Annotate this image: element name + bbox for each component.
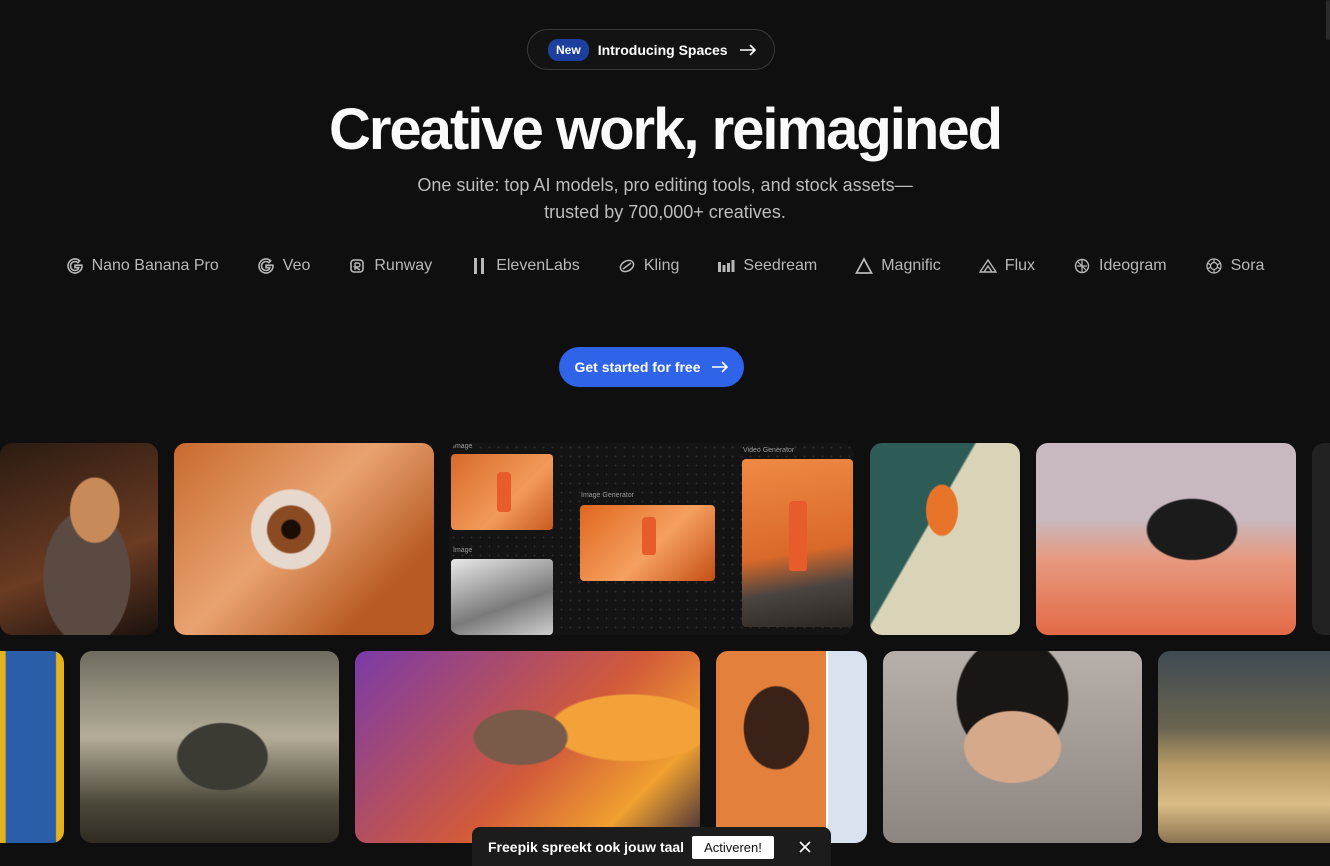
seedream-icon bbox=[718, 260, 735, 272]
google-icon bbox=[66, 258, 83, 274]
language-banner-text: Freepik spreekt ook jouw taal bbox=[488, 839, 685, 855]
openai-icon bbox=[1205, 258, 1222, 274]
gallery-image-dinosaur[interactable] bbox=[80, 651, 339, 843]
page-title: Creative work, reimagined bbox=[328, 97, 1003, 162]
scrollbar[interactable] bbox=[1326, 0, 1330, 40]
node-video-generator-output bbox=[742, 459, 853, 627]
node-label-image: Image bbox=[453, 547, 473, 554]
model-label: Runway bbox=[374, 257, 433, 274]
google-icon bbox=[258, 258, 274, 274]
node-image-bottle bbox=[451, 454, 553, 530]
gallery-image-cocktail[interactable] bbox=[870, 443, 1020, 635]
node-label-image: Image bbox=[453, 443, 473, 450]
language-banner: Freepik spreekt ook jouw taal Activeren! bbox=[472, 827, 831, 866]
model-label: Sora bbox=[1230, 257, 1265, 274]
model-magnific[interactable]: Magnific bbox=[855, 255, 941, 277]
model-label: Ideogram bbox=[1099, 257, 1167, 274]
gallery-image-cartoon-man[interactable] bbox=[0, 443, 158, 635]
gallery-image-portrait-sunglasses[interactable] bbox=[716, 651, 867, 843]
model-veo[interactable]: Veo bbox=[257, 255, 311, 277]
arrow-right-icon bbox=[711, 361, 728, 373]
model-nano-banana-pro[interactable]: Nano Banana Pro bbox=[66, 255, 219, 277]
model-ideogram[interactable]: Ideogram bbox=[1073, 255, 1167, 277]
model-label: Flux bbox=[1004, 257, 1036, 274]
gallery-image-portrait-man[interactable] bbox=[883, 651, 1142, 843]
gallery-image-sign[interactable] bbox=[0, 651, 64, 843]
model-sora[interactable]: Sora bbox=[1205, 255, 1265, 277]
gallery-image-desert[interactable] bbox=[1158, 651, 1330, 843]
get-started-label: Get started for free bbox=[574, 359, 701, 375]
node-image-generator-output bbox=[580, 505, 715, 581]
node-label-video-generator: Video Generator bbox=[743, 447, 795, 454]
model-kling[interactable]: Kling bbox=[618, 255, 680, 277]
arrow-right-icon bbox=[739, 43, 756, 56]
announcement-text: Introducing Spaces bbox=[597, 41, 728, 58]
hero-subtitle-line2: trusted by 700,000+ creatives. bbox=[544, 202, 786, 222]
gallery-spaces-canvas[interactable]: Image Image Image Generator Video Genera… bbox=[449, 443, 854, 635]
flux-icon bbox=[978, 258, 997, 273]
close-icon[interactable] bbox=[798, 840, 812, 854]
activate-language-button[interactable]: Activeren! bbox=[692, 835, 774, 859]
hero-subtitle-line1: One suite: top AI models, pro editing to… bbox=[417, 175, 913, 195]
elevenlabs-icon bbox=[474, 258, 485, 274]
model-flux[interactable]: Flux bbox=[978, 255, 1036, 277]
node-label-image-generator: Image Generator bbox=[581, 492, 634, 499]
ideogram-icon bbox=[1074, 258, 1090, 274]
gallery-image-earbuds[interactable] bbox=[1036, 443, 1296, 635]
announcement-pill[interactable]: New Introducing Spaces bbox=[527, 29, 775, 70]
model-runway[interactable]: Runway bbox=[348, 255, 432, 277]
model-label: Nano Banana Pro bbox=[91, 257, 219, 274]
get-started-button[interactable]: Get started for free bbox=[559, 347, 744, 387]
gallery-image-partial[interactable] bbox=[1312, 443, 1330, 635]
kling-icon bbox=[619, 259, 635, 273]
new-badge: New bbox=[548, 38, 589, 61]
model-seedream[interactable]: Seedream bbox=[717, 255, 817, 277]
model-label: Seedream bbox=[743, 257, 818, 274]
model-label: Magnific bbox=[881, 257, 941, 274]
model-list: Nano Banana Pro Veo Runway ElevenLabs Kl… bbox=[60, 255, 1270, 277]
gallery-image-warrior[interactable] bbox=[355, 651, 700, 843]
model-label: Kling bbox=[643, 257, 680, 274]
magnific-icon bbox=[855, 257, 874, 274]
hero-subtitle: One suite: top AI models, pro editing to… bbox=[0, 172, 1330, 226]
model-label: ElevenLabs bbox=[496, 257, 580, 274]
compare-divider[interactable] bbox=[826, 651, 828, 843]
model-elevenlabs[interactable]: ElevenLabs bbox=[470, 255, 580, 277]
runway-icon bbox=[350, 259, 365, 273]
node-image-rock bbox=[451, 559, 553, 635]
gallery-image-eye-closeup[interactable] bbox=[174, 443, 434, 635]
model-label: Veo bbox=[282, 257, 311, 274]
